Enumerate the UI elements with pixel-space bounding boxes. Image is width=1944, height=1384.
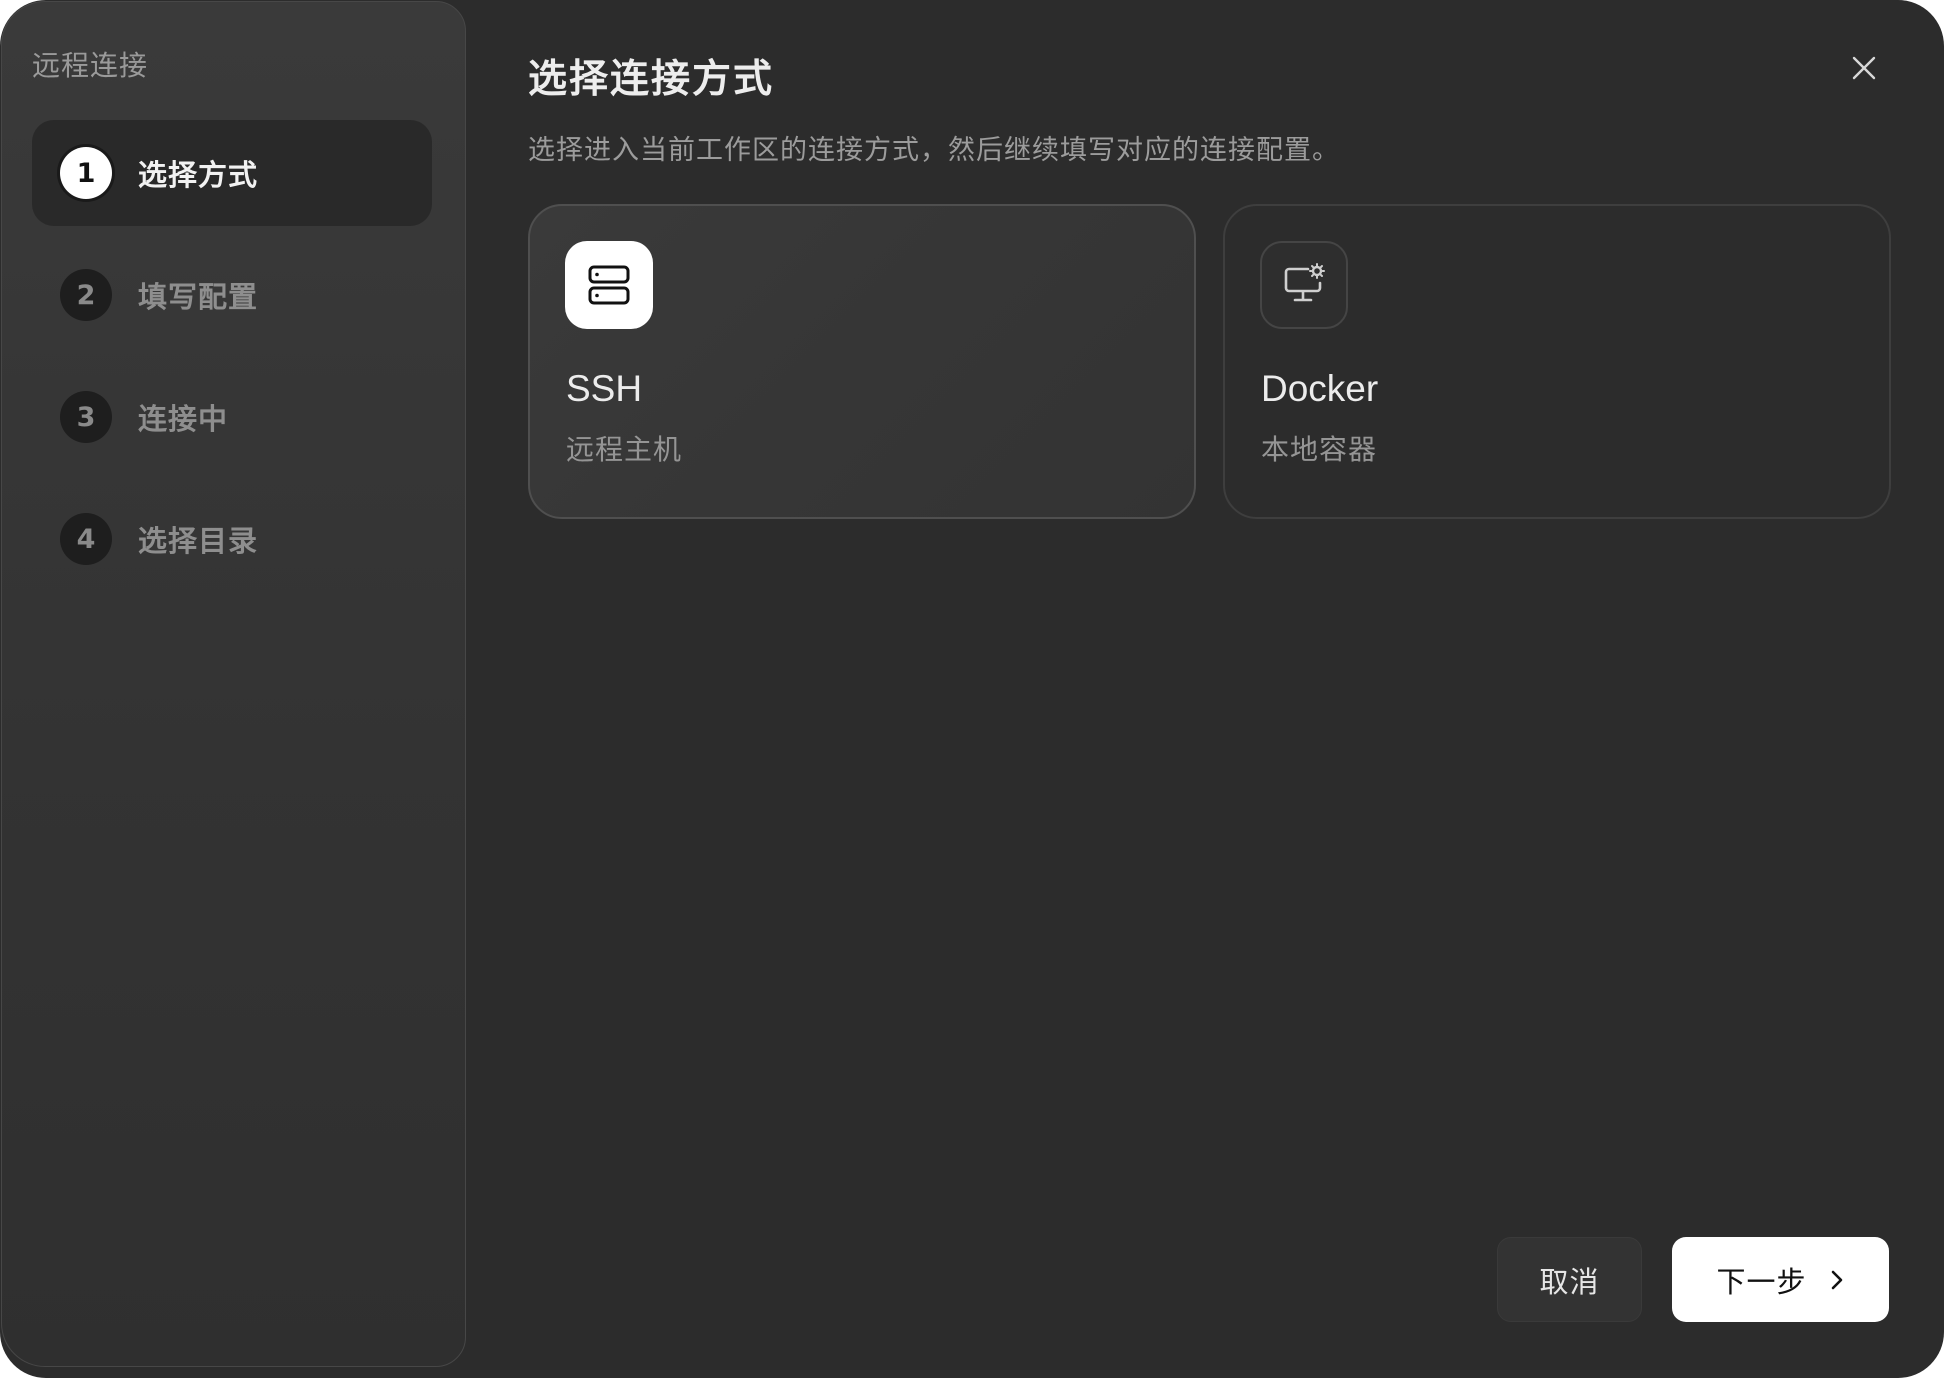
close-icon <box>1852 56 1876 80</box>
remote-connection-dialog: 远程连接 1 选择方式 2 填写配置 3 连接中 4 选择目录 选择连接方式 选… <box>0 0 1944 1378</box>
sidebar: 远程连接 1 选择方式 2 填写配置 3 连接中 4 选择目录 <box>1 1 466 1367</box>
option-card-ssh[interactable]: SSH 远程主机 <box>528 204 1196 519</box>
monitor-gear-icon <box>1284 263 1325 302</box>
page-subtitle: 选择进入当前工作区的连接方式，然后继续填写对应的连接配置。 <box>528 135 1340 166</box>
server-icon <box>588 265 630 305</box>
window-bottom-edge <box>0 1378 1944 1384</box>
option-description: 远程主机 <box>566 433 683 466</box>
option-card-docker[interactable]: Docker 本地容器 <box>1223 204 1891 519</box>
step-list: 1 选择方式 2 填写配置 3 连接中 4 选择目录 <box>32 120 432 608</box>
close-button[interactable] <box>1846 50 1882 86</box>
step-number: 4 <box>60 513 112 565</box>
cancel-button-label: 取消 <box>1539 1264 1600 1299</box>
step-item-choose-method[interactable]: 1 选择方式 <box>32 120 432 226</box>
step-item-choose-directory[interactable]: 4 选择目录 <box>32 486 432 592</box>
card-icon-container <box>1260 241 1348 329</box>
cancel-button[interactable]: 取消 <box>1497 1237 1642 1322</box>
step-number: 2 <box>60 269 112 321</box>
step-label: 填写配置 <box>138 280 259 314</box>
step-number: 1 <box>60 147 112 199</box>
option-name: Docker <box>1261 368 1379 409</box>
step-item-connecting[interactable]: 3 连接中 <box>32 364 432 470</box>
page-title: 选择连接方式 <box>528 57 775 102</box>
step-number: 3 <box>60 391 112 443</box>
next-button[interactable]: 下一步 <box>1672 1237 1889 1322</box>
step-item-fill-config[interactable]: 2 填写配置 <box>32 242 432 348</box>
chevron-right-icon <box>1829 1268 1845 1292</box>
next-button-label: 下一步 <box>1716 1264 1807 1299</box>
option-description: 本地容器 <box>1261 433 1378 466</box>
step-label: 连接中 <box>138 402 229 436</box>
step-label: 选择目录 <box>138 524 259 558</box>
card-icon-container <box>565 241 653 329</box>
sidebar-title: 远程连接 <box>32 49 149 82</box>
step-label: 选择方式 <box>138 158 259 192</box>
option-name: SSH <box>566 368 643 409</box>
